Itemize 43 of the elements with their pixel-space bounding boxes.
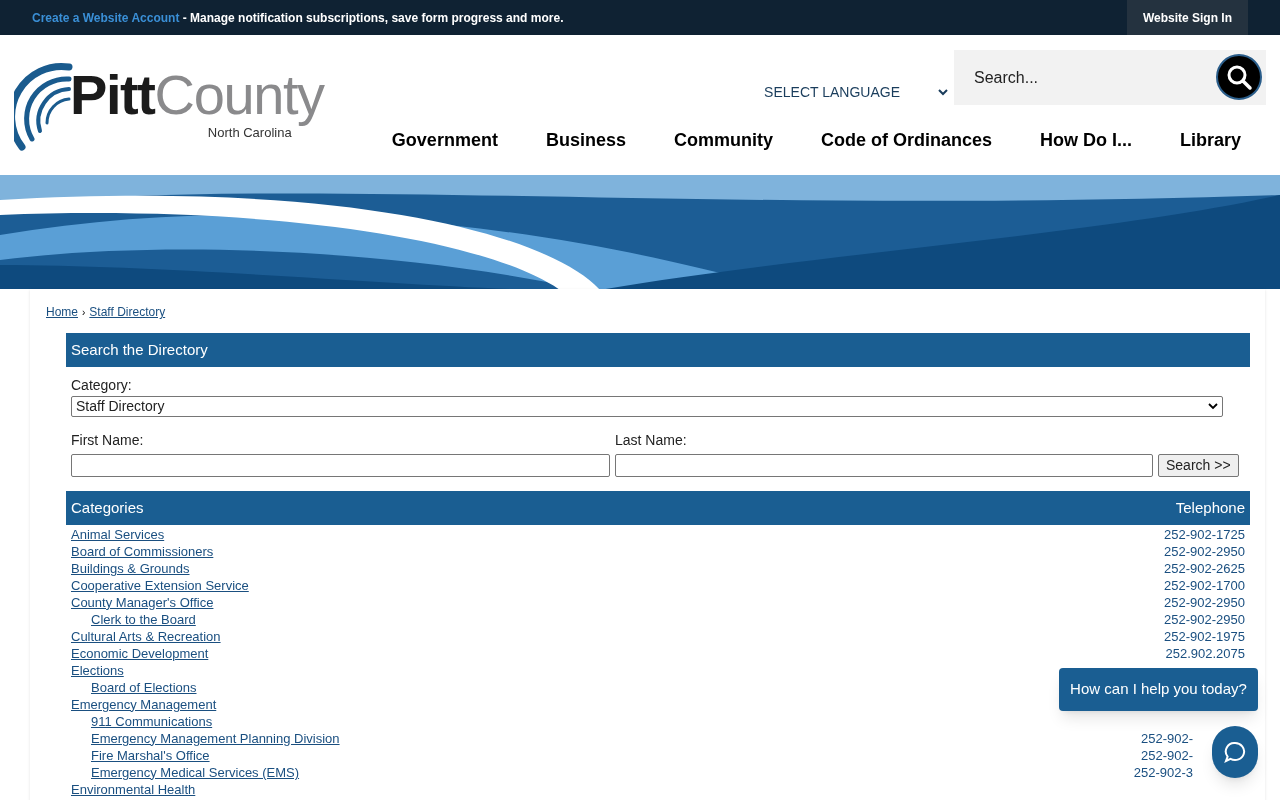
chevron-down-icon: [1208, 403, 1218, 410]
breadcrumb-link[interactable]: Home: [46, 303, 78, 321]
chat-bubble-icon: [1223, 740, 1247, 764]
column-header: Categories: [71, 497, 144, 518]
account-message: Create a Website Account - Manage notification subscriptions, save form progress and more.: [32, 9, 564, 27]
nav-link[interactable]: Community: [673, 127, 773, 154]
first-name-field[interactable]: [71, 454, 610, 477]
column-header: Telephone: [1175, 497, 1245, 518]
logo-text: Pitt: [70, 66, 155, 123]
nav-link[interactable]: Library: [1179, 127, 1241, 154]
field-label: Last Name:: [615, 431, 688, 450]
phone-number: 252-902-2950: [1164, 593, 1245, 612]
search-icon[interactable]: [1216, 54, 1262, 100]
nav-link[interactable]: Business: [545, 127, 626, 154]
search-button[interactable]: Search >>: [1158, 454, 1239, 477]
phone-number: 252-902-: [1140, 746, 1193, 765]
phone-number: 252-902-3: [1133, 763, 1193, 782]
nav-link[interactable]: Code of Ordinances: [820, 127, 992, 154]
phone-number: 252-902-: [1140, 729, 1193, 748]
nav-link[interactable]: Government: [391, 127, 498, 154]
category-select[interactable]: Staff Directory: [71, 396, 1223, 417]
nav-link[interactable]: How Do I...: [1039, 127, 1132, 154]
sign-in-button[interactable]: Website Sign In: [1126, 0, 1248, 35]
phone-number: 252.902.2075: [1165, 644, 1245, 663]
phone-number: 252-902-2950: [1164, 610, 1245, 629]
county-logo[interactable]: PittCounty North Carolina: [14, 57, 374, 152]
section-header: Search the Directory: [66, 333, 1250, 367]
phone-number: 252-902-2950: [1164, 542, 1245, 561]
search-field[interactable]: Search...: [954, 50, 1266, 105]
chat-prompt[interactable]: How can I help you today?: [1059, 668, 1258, 711]
chevron-down-icon: [938, 89, 948, 96]
field-label: First Name:: [71, 431, 145, 450]
phone-number: 252-902-2625: [1164, 559, 1245, 578]
breadcrumb-separator: ›: [82, 305, 86, 320]
phone-number: 252-902-1725: [1164, 525, 1245, 544]
phone-number: 252-902-1975: [1164, 627, 1245, 646]
language-select[interactable]: SELECT LANGUAGE: [764, 82, 948, 103]
phone-number: 252-902-1700: [1164, 576, 1245, 595]
create-account-link[interactable]: Create a Website Account: [32, 10, 180, 25]
logo-subtitle: North Carolina: [207, 124, 292, 142]
breadcrumb-link[interactable]: Staff Directory: [89, 303, 166, 321]
field-label: Category:: [71, 376, 133, 395]
last-name-field[interactable]: [615, 454, 1153, 477]
